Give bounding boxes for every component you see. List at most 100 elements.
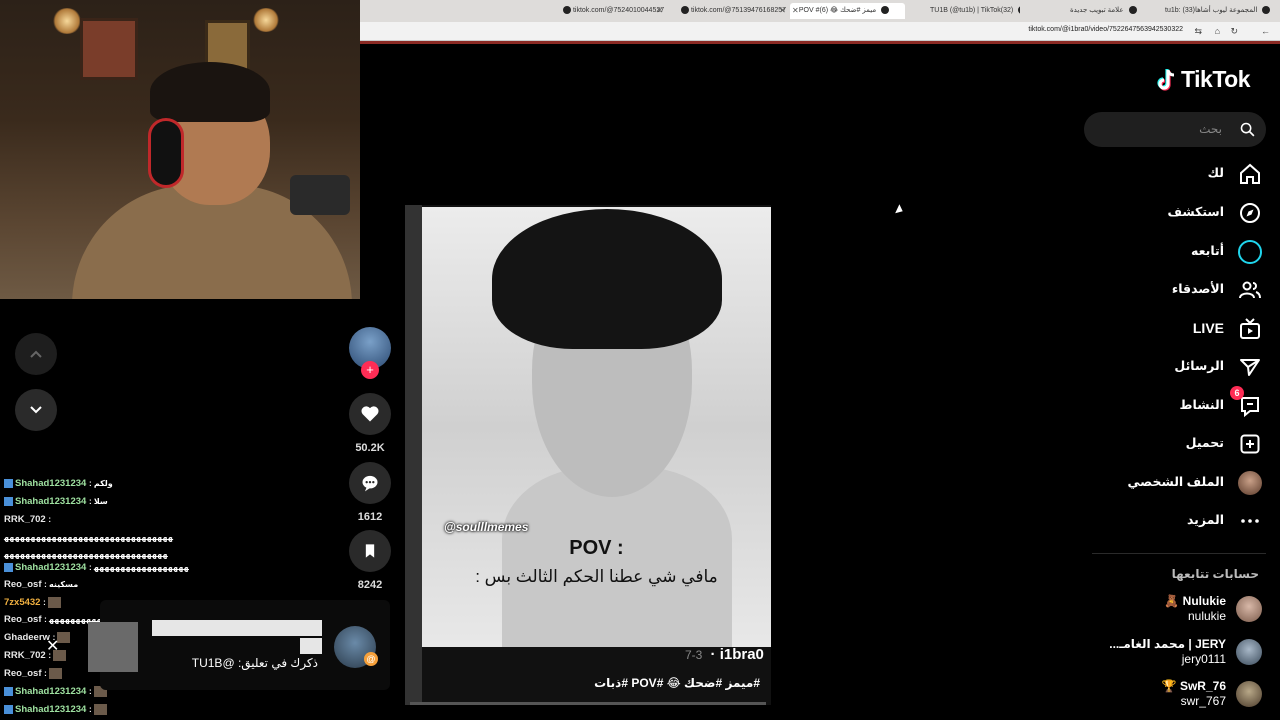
- reload-icon[interactable]: ↻: [1230, 26, 1238, 37]
- nav-profile[interactable]: الملف الشخصي: [1100, 468, 1266, 498]
- video-watermark: @soulllmemes: [444, 520, 529, 534]
- chat-emote: [93, 704, 107, 715]
- video-player[interactable]: @soulllmemes POV : مافي شي عطنا الحكم ال…: [405, 205, 771, 705]
- avatar: [1236, 681, 1262, 707]
- live-icon: [1238, 317, 1262, 341]
- twitch-icon: [4, 496, 13, 506]
- nav-live[interactable]: LIVE: [1100, 314, 1266, 344]
- nav-activity[interactable]: النشاط 6: [1100, 386, 1266, 421]
- save-button[interactable]: [349, 530, 391, 572]
- next-video-button[interactable]: [15, 389, 57, 431]
- back-icon[interactable]: ←: [1261, 26, 1270, 36]
- nav-explore[interactable]: استكشف: [1100, 198, 1266, 228]
- comment-button[interactable]: [349, 462, 391, 504]
- save-count: 8242: [357, 579, 383, 591]
- following-account[interactable]: JERY | محمد الغامـ... jery0111: [1100, 635, 1266, 671]
- tiktok-logo[interactable]: TikTok: [1155, 66, 1251, 93]
- chat-username[interactable]: Reo_osf: [4, 668, 41, 679]
- notification-text: ذكرك في تعليق: @TU1B: [191, 656, 318, 670]
- nav-label: المزيد: [1186, 513, 1224, 527]
- nav-label: استكشف: [1167, 205, 1224, 219]
- address-bar[interactable]: tiktok.com/@i1bra0/video/752264756394253…: [360, 22, 1280, 41]
- following-icon: [1238, 240, 1262, 264]
- chat-line: RRK_702 :: [4, 514, 51, 525]
- chat-username[interactable]: Ghadeerw: [4, 632, 50, 643]
- nav-upload[interactable]: تحميل: [1100, 429, 1266, 459]
- chat-line: Shahad1231234 : ﻬﻬﻬﻬﻬﻬﻬﻬﻬﻬﻬﻬﻬﻬﻬﻬﻬﻬ: [4, 562, 189, 573]
- browser-tab[interactable]: tiktok.com/@7524010044527 ✕: [560, 3, 665, 19]
- following-account[interactable]: SwR_76 🏆 swr_767: [1100, 677, 1266, 713]
- video-pov-text: POV :: [569, 537, 624, 559]
- browser-accent-strip: [360, 41, 1280, 44]
- chat-line: Shahad1231234 : سلا: [4, 496, 108, 507]
- nav-label: لك: [1207, 166, 1224, 180]
- chat-username[interactable]: Shahad1231234: [15, 562, 86, 573]
- chat-username[interactable]: RRK_702: [4, 650, 46, 661]
- chat-username[interactable]: Reo_osf: [4, 579, 41, 590]
- close-icon[interactable]: ✕: [46, 636, 59, 656]
- previous-video-button[interactable]: [15, 333, 57, 375]
- home-icon[interactable]: ⌂: [1215, 26, 1220, 36]
- chat-emote: [47, 597, 61, 608]
- browser-tab[interactable]: tiktok.com/@75139476168257 ✕: [678, 3, 788, 19]
- mention-notification[interactable]: ✕ ذكرك في تعليق: @TU1B @: [46, 600, 390, 690]
- video-thumbnail: [88, 622, 138, 672]
- chat-username[interactable]: Shahad1231234: [15, 686, 86, 697]
- tiktok-wordmark: TikTok: [1181, 66, 1251, 92]
- chat-message: ﻬﻬﻬﻬﻬﻬﻬﻬﻬﻬﻬﻬﻬﻬﻬﻬﻬﻬﻬﻬﻬﻬﻬﻬﻬﻬﻬﻬﻬﻬﻬﻬ: [4, 533, 173, 542]
- nav-label: النشاط: [1179, 398, 1224, 412]
- chat-message: :: [44, 669, 47, 679]
- nav-messages[interactable]: الرسائل: [1100, 352, 1266, 382]
- follow-plus-button[interactable]: +: [361, 361, 379, 379]
- placeholder-bar: [152, 620, 322, 636]
- account-name: JERY | محمد الغامـ...: [1109, 637, 1226, 651]
- chat-message: : مسكينه: [44, 580, 79, 589]
- chat-message: :: [43, 598, 46, 608]
- chat-username[interactable]: 7zx5432: [4, 597, 40, 608]
- twitch-icon: [4, 478, 13, 488]
- nav-following[interactable]: أتابعه: [1100, 237, 1266, 267]
- like-button[interactable]: [349, 393, 391, 435]
- chat-line: Reo_osf :: [4, 668, 62, 679]
- nav-more[interactable]: المزيد: [1100, 506, 1266, 536]
- chat-message: :: [88, 687, 92, 697]
- browser-tab[interactable]: tu1b: (33)المجموعة ليوب أشاها: [1165, 3, 1275, 19]
- bookmark-icon: [365, 544, 375, 558]
- nav-friends[interactable]: الأصدقاء: [1100, 275, 1266, 305]
- chat-username[interactable]: Shahad1231234: [15, 496, 86, 507]
- search-input[interactable]: بحث: [1084, 112, 1266, 147]
- browser-tab-active[interactable]: ✕ POV #ميمز #ضحك 😂 (6): [790, 3, 905, 19]
- browser-tab[interactable]: TU1B (@tu1b) | TikTok(32): [930, 3, 1020, 19]
- comment-count: 1612: [357, 511, 383, 523]
- account-name: SwR_76 🏆: [1161, 679, 1226, 693]
- chat-line: Shahad1231234 :: [4, 704, 107, 715]
- placeholder-bar: [300, 638, 322, 654]
- comment-icon: [362, 475, 378, 492]
- account-handle: nulukie: [1187, 609, 1226, 623]
- nav-for-you[interactable]: لك: [1100, 159, 1266, 189]
- url-text: tiktok.com/@i1bra0/video/752264756394253…: [1028, 26, 1183, 33]
- browser-tab-bar: + tiktok.com/@7524010044527✕ tiktok.com/…: [360, 0, 1280, 22]
- chat-username[interactable]: Shahad1231234: [15, 478, 86, 489]
- twitch-icon: [4, 705, 13, 714]
- avatar: [1236, 639, 1262, 665]
- chat-username[interactable]: Reo_osf: [4, 614, 41, 625]
- friends-icon: [1238, 278, 1262, 302]
- following-account[interactable]: Nulukie 🧸 nulukie: [1100, 592, 1266, 628]
- wall-lamp: [252, 8, 280, 32]
- search-placeholder: بحث: [1199, 122, 1222, 136]
- browser-tab[interactable]: علامة تبويب جديدة: [1070, 3, 1165, 19]
- tune-icon[interactable]: ⇆: [1194, 26, 1202, 37]
- chat-line: Reo_osf : مسكينه: [4, 579, 78, 590]
- video-date: 7-3: [685, 648, 703, 662]
- video-progress-bar[interactable]: [410, 702, 766, 705]
- chevron-down-icon: [30, 406, 42, 414]
- streamer-webcam: [0, 0, 360, 299]
- video-author[interactable]: 7-3 · i1bra0: [685, 646, 764, 663]
- video-hashtags[interactable]: #ميمز #ضحك 😂 #POV #ذبات: [580, 676, 760, 690]
- chat-username[interactable]: Shahad1231234: [15, 704, 86, 715]
- search-icon[interactable]: [1239, 121, 1256, 138]
- mention-badge-icon: @: [364, 652, 378, 666]
- chat-username[interactable]: RRK_702: [4, 514, 46, 525]
- chat-message: :: [88, 705, 92, 715]
